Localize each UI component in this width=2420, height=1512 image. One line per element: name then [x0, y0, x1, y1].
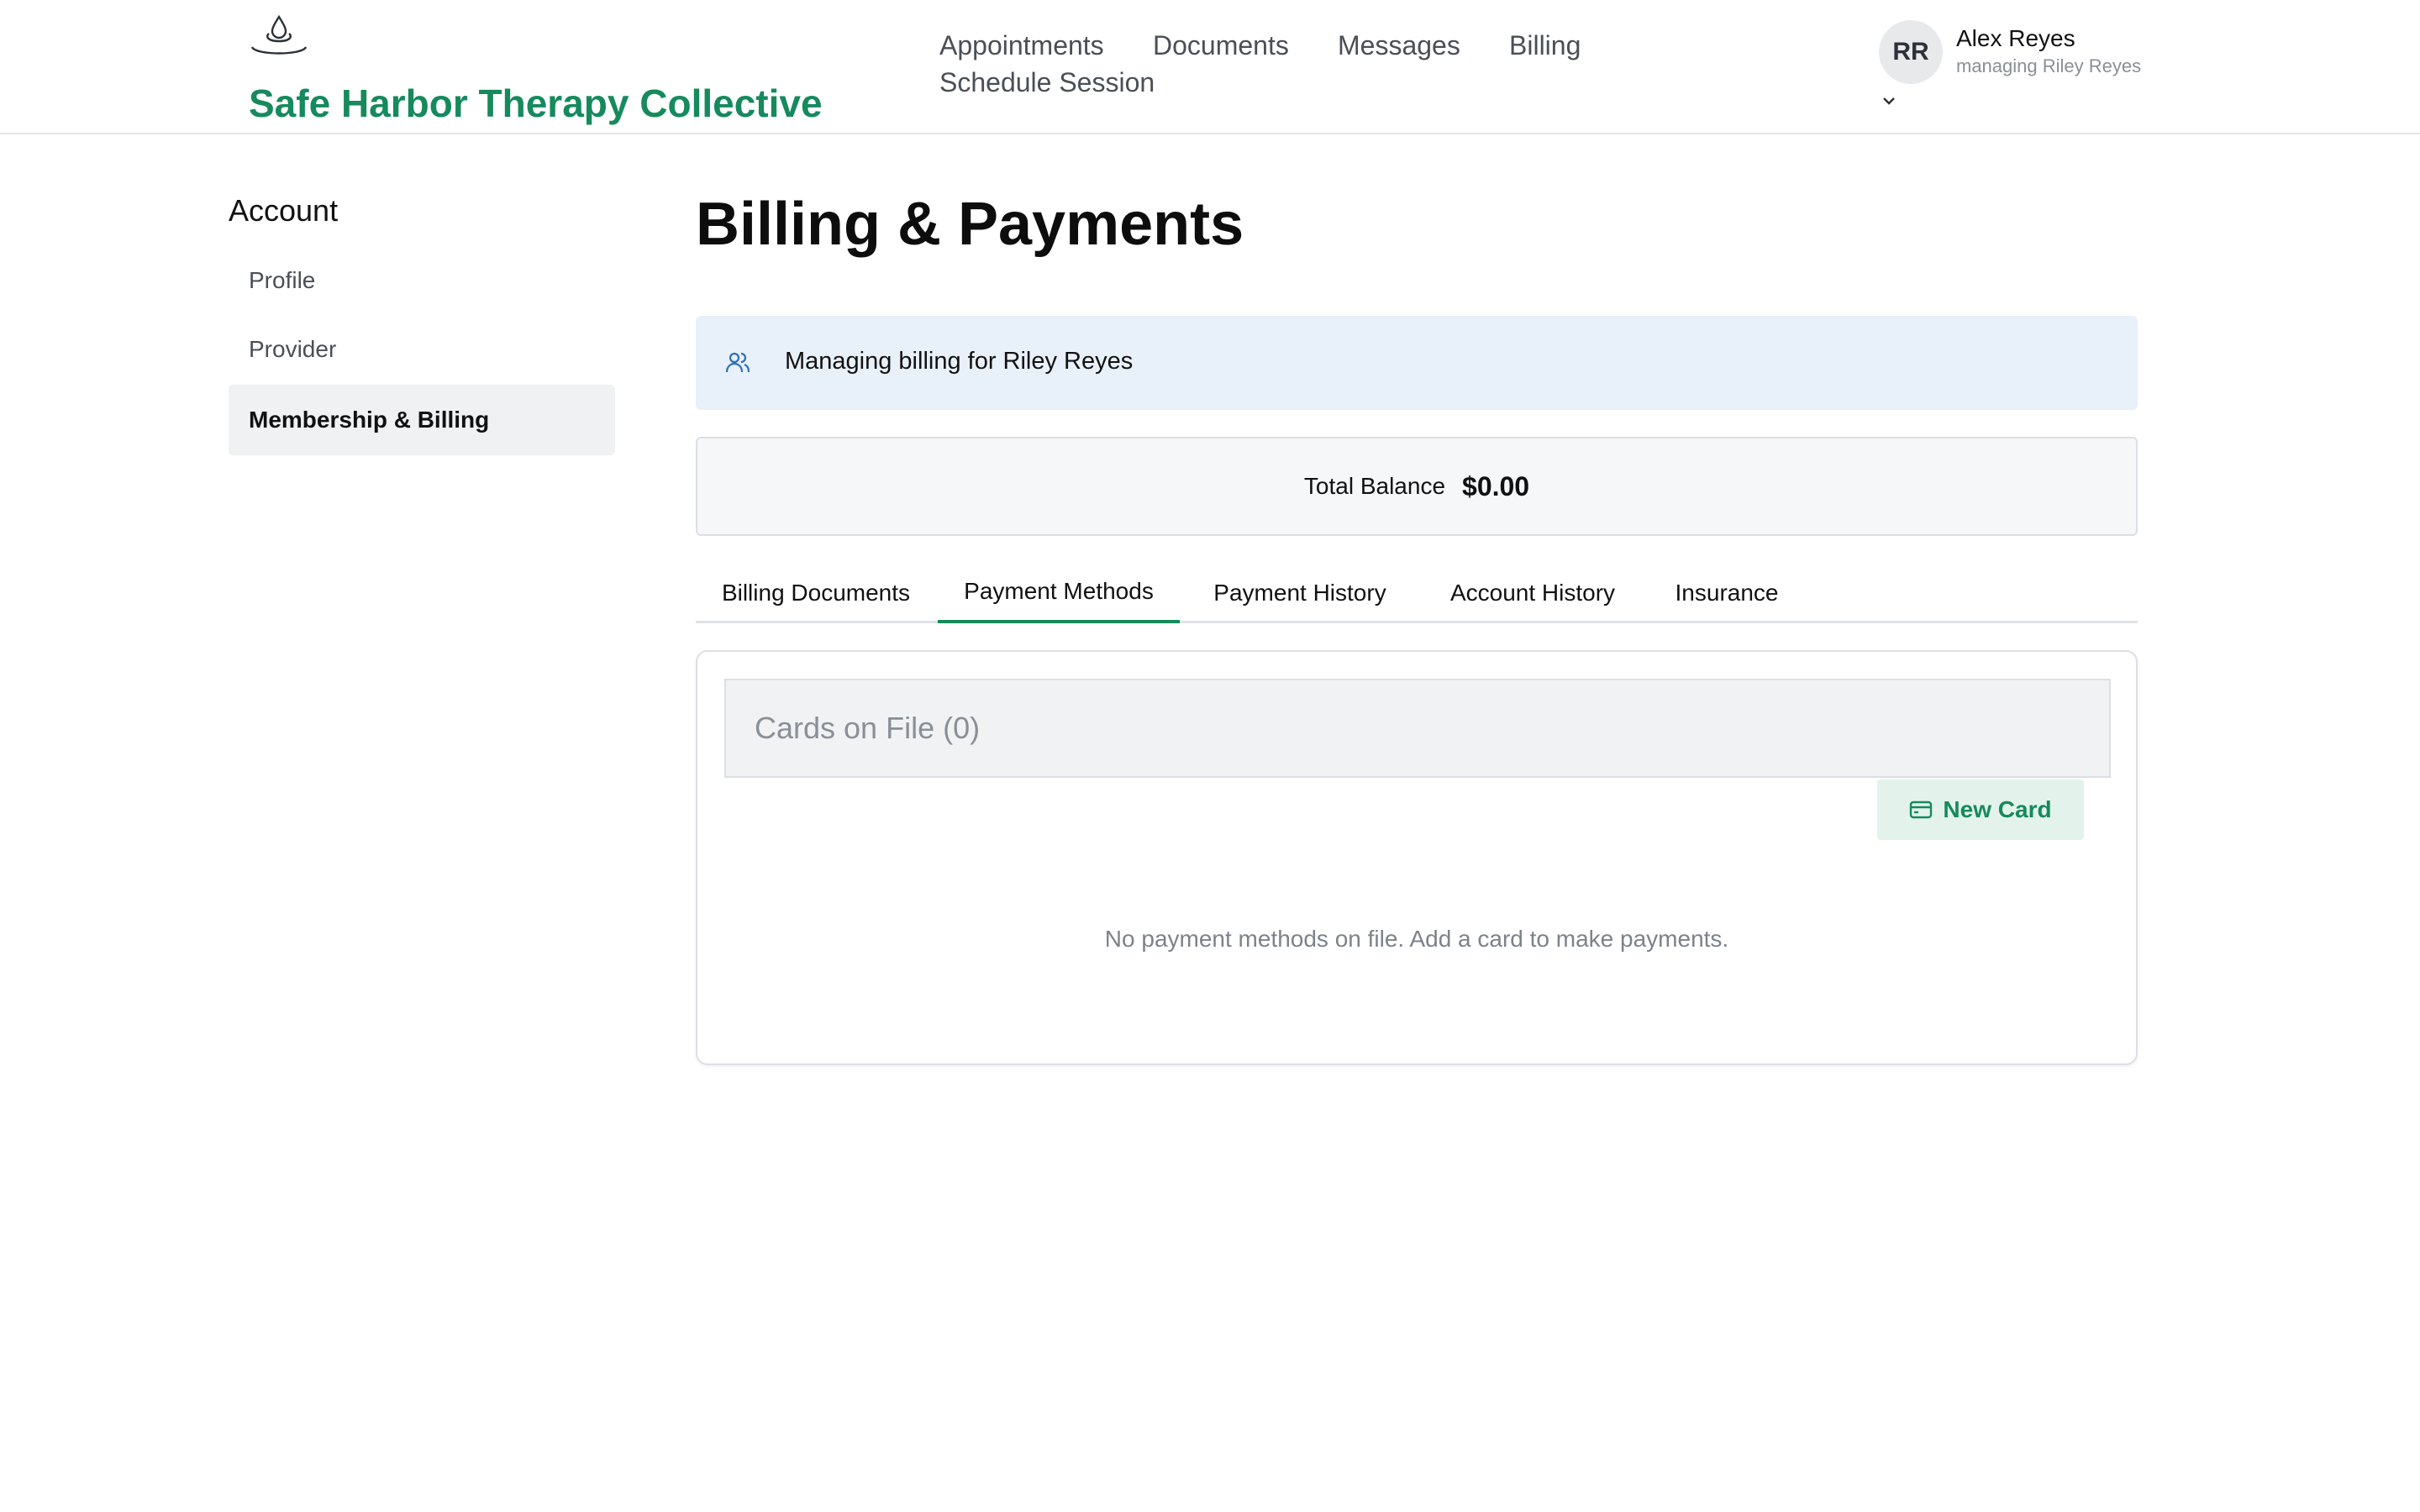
nav-documents[interactable]: Documents: [1153, 30, 1289, 61]
page-title: Billing & Payments: [696, 191, 1244, 258]
managing-banner: Managing billing for Riley Reyes: [696, 316, 2138, 410]
tab-billing-documents[interactable]: Billing Documents: [696, 563, 936, 623]
nav-billing[interactable]: Billing: [1509, 30, 1581, 61]
sidebar-item-membership-billing[interactable]: Membership & Billing: [229, 385, 615, 455]
billing-tabs: Billing Documents Payment Methods Paymen…: [696, 563, 2138, 623]
sidebar-title: Account: [229, 193, 339, 228]
balance-label: Total Balance: [1303, 473, 1446, 499]
cards-on-file-header: Cards on File (0): [724, 679, 2111, 778]
top-header: Safe Harbor Therapy Collective Appointme…: [0, 0, 2420, 134]
tab-payment-history[interactable]: Payment History: [1181, 563, 1418, 623]
credit-card-icon: [1910, 801, 1933, 819]
balance-summary: Total Balance $0.00: [696, 437, 2138, 536]
chevron-down-icon[interactable]: [1879, 94, 1899, 108]
water-drop-ripple-icon[interactable]: [247, 13, 311, 60]
sidebar-item-provider[interactable]: Provider: [229, 314, 615, 385]
empty-state-message: No payment methods on file. Add a card t…: [1104, 926, 1729, 952]
nav-schedule-session[interactable]: Schedule Session: [939, 67, 1155, 98]
user-name: Alex Reyes: [1956, 25, 2075, 51]
brand-name[interactable]: Safe Harbor Therapy Collective: [249, 81, 823, 126]
payment-methods-panel: Cards on File (0) New Card No payment me…: [696, 650, 2138, 1065]
new-card-label: New Card: [1943, 796, 2052, 822]
nav-appointments[interactable]: Appointments: [939, 30, 1104, 61]
balance-value: $0.00: [1462, 470, 1530, 501]
avatar[interactable]: RR: [1879, 20, 1943, 84]
nav-messages[interactable]: Messages: [1338, 30, 1460, 61]
sidebar-item-profile[interactable]: Profile: [229, 245, 615, 316]
tab-account-history[interactable]: Account History: [1420, 563, 1645, 623]
tab-payment-methods[interactable]: Payment Methods: [938, 563, 1180, 623]
user-subtitle: managing Riley Reyes: [1956, 55, 2142, 76]
cards-on-file-title: Cards on File (0): [755, 711, 981, 745]
new-card-button[interactable]: New Card: [1877, 780, 2084, 840]
tab-insurance[interactable]: Insurance: [1647, 563, 1807, 623]
banner-text: Managing billing for Riley Reyes: [785, 348, 1134, 375]
users-icon: [725, 352, 750, 373]
